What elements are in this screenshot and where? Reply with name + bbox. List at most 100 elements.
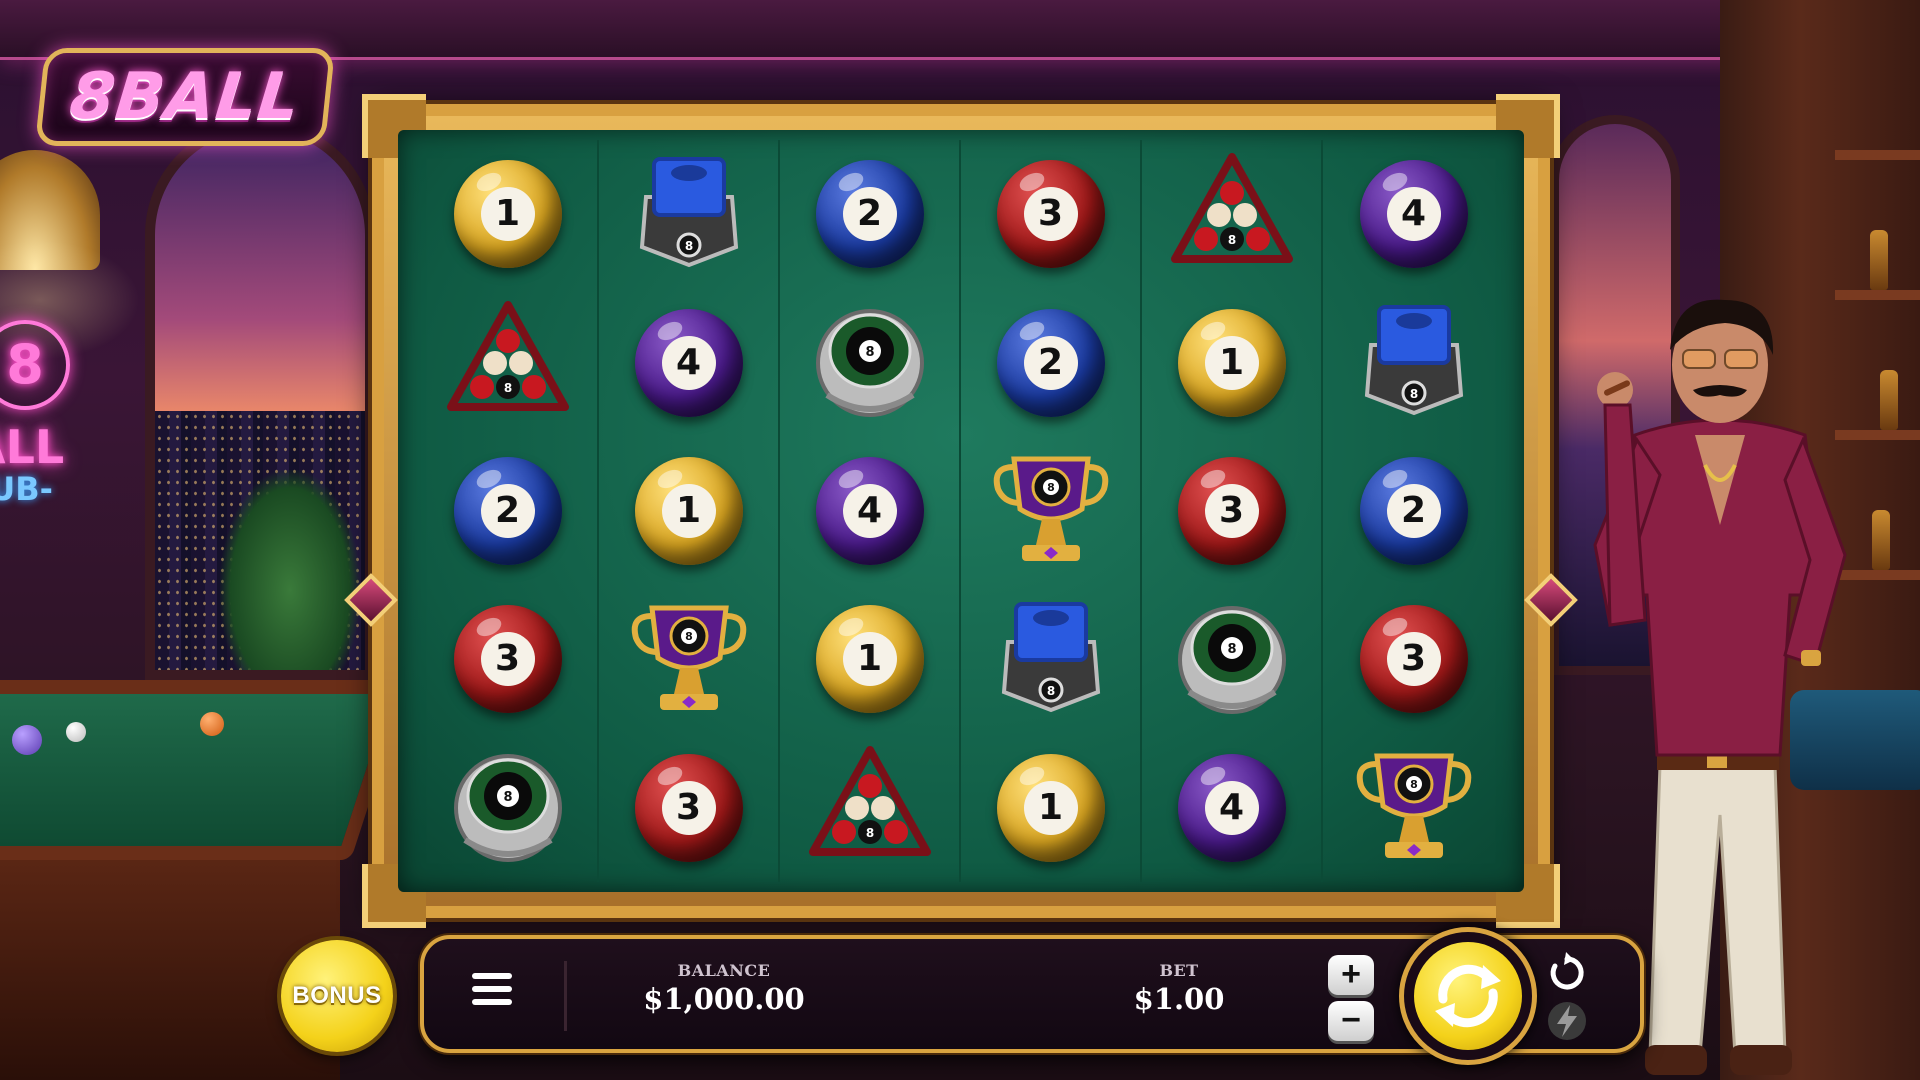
svg-text:8: 8 bbox=[684, 239, 692, 253]
svg-text:8: 8 bbox=[1409, 387, 1417, 401]
ball-number: 3 bbox=[1204, 483, 1259, 538]
ring-symbol-icon: 8 bbox=[805, 295, 935, 430]
control-bar: BALANCE $1,000.00 BET $1.00 + − bbox=[420, 927, 1644, 1065]
pool-ball-3-symbol: 3 bbox=[1359, 605, 1468, 714]
pool-ball-2-symbol: 2 bbox=[1359, 456, 1468, 565]
ball-number: 1 bbox=[661, 483, 716, 538]
reel-cell: 8 bbox=[981, 594, 1121, 724]
ball-number: 1 bbox=[1204, 335, 1259, 390]
reel-5: 8 1 3 8 4 bbox=[1142, 140, 1323, 882]
svg-text:8: 8 bbox=[685, 630, 693, 643]
pool-ball-1-symbol: 1 bbox=[996, 753, 1105, 862]
ball-number: 3 bbox=[480, 632, 535, 687]
pool-ball-orange bbox=[200, 712, 224, 736]
reel-cell: 2 bbox=[981, 298, 1121, 428]
reel-cell: 2 bbox=[438, 446, 578, 576]
ring-symbol-icon: 8 bbox=[443, 740, 573, 875]
pool-ball-2-symbol: 2 bbox=[815, 160, 924, 269]
bet-display: BET $1.00 bbox=[1104, 961, 1254, 1016]
reel-cell: 8 bbox=[1344, 298, 1484, 428]
rack-symbol-icon: 8 bbox=[443, 295, 573, 430]
decrease-bet-button[interactable]: − bbox=[1328, 1001, 1374, 1041]
chalk-symbol-icon: 8 bbox=[986, 592, 1116, 727]
balance-display: BALANCE $1,000.00 bbox=[614, 961, 834, 1016]
autoplay-icon bbox=[1550, 952, 1584, 990]
pool-ball-purple bbox=[12, 725, 42, 755]
ball-number: 4 bbox=[1204, 780, 1259, 835]
ball-number: 2 bbox=[1023, 335, 1078, 390]
reel-cell: 3 bbox=[981, 149, 1121, 279]
reel-4: 3 2 8 8 1 bbox=[961, 140, 1142, 882]
hamburger-icon[interactable] bbox=[472, 973, 512, 1013]
reel-cell: 4 bbox=[1344, 149, 1484, 279]
reel-cell: 1 bbox=[1162, 298, 1302, 428]
lightning-icon bbox=[1548, 1002, 1586, 1040]
svg-text:8: 8 bbox=[1047, 481, 1055, 494]
increase-bet-button[interactable]: + bbox=[1328, 955, 1374, 995]
pool-ball-3-symbol: 3 bbox=[1177, 456, 1286, 565]
potted-plant bbox=[220, 470, 360, 670]
reel-cell: 3 bbox=[438, 594, 578, 724]
ring-symbol-icon: 8 bbox=[1167, 592, 1297, 727]
spin-arrows-icon bbox=[1435, 964, 1501, 1028]
reel-cell: 4 bbox=[800, 446, 940, 576]
bet-value: $1.00 bbox=[1133, 982, 1225, 1016]
logo-text: 8BALL bbox=[66, 60, 304, 134]
ball-number: 1 bbox=[1023, 780, 1078, 835]
reel-cell: 2 bbox=[800, 149, 940, 279]
reel-cell: 8 bbox=[1162, 149, 1302, 279]
ball-number: 1 bbox=[480, 187, 535, 242]
ball-number: 4 bbox=[661, 335, 716, 390]
reel-1: 1 8 2 3 8 bbox=[418, 140, 599, 882]
game-logo: 8BALL bbox=[34, 48, 336, 146]
pool-ball-1-symbol: 1 bbox=[453, 160, 562, 269]
reel-cell: 8 bbox=[800, 298, 940, 428]
reel-cell: 4 bbox=[619, 298, 759, 428]
chalk-symbol-icon: 8 bbox=[1349, 295, 1479, 430]
reel-cell: 4 bbox=[1162, 743, 1302, 873]
bonus-button[interactable]: BONUS bbox=[281, 940, 393, 1052]
pool-ball-2-symbol: 2 bbox=[453, 456, 562, 565]
pool-ball-3-symbol: 3 bbox=[453, 605, 562, 714]
reel-cell: 8 bbox=[619, 149, 759, 279]
spin-button[interactable] bbox=[1399, 927, 1537, 1065]
svg-text:8: 8 bbox=[1046, 684, 1054, 698]
pool-ball-1-symbol: 1 bbox=[815, 605, 924, 714]
ball-number: 4 bbox=[1386, 187, 1441, 242]
pool-ball-3-symbol: 3 bbox=[996, 160, 1105, 269]
ball-number: 4 bbox=[842, 483, 897, 538]
autoplay-button[interactable] bbox=[1542, 951, 1592, 995]
pool-ball-1-symbol: 1 bbox=[634, 456, 743, 565]
chalk-symbol-icon: 8 bbox=[624, 147, 754, 282]
trophy-symbol-icon: 8 bbox=[986, 443, 1116, 578]
balance-label: BALANCE bbox=[677, 961, 771, 980]
svg-text:8: 8 bbox=[503, 381, 511, 395]
ball-number: 2 bbox=[842, 187, 897, 242]
pool-ball-4-symbol: 4 bbox=[1359, 160, 1468, 269]
reel-cell: 1 bbox=[619, 446, 759, 576]
reel-6: 4 8 2 3 8 bbox=[1323, 140, 1504, 882]
ball-number: 2 bbox=[1386, 483, 1441, 538]
svg-text:8: 8 bbox=[1227, 642, 1236, 657]
rack-symbol-icon: 8 bbox=[805, 740, 935, 875]
pool-ball-2-symbol: 2 bbox=[996, 308, 1105, 417]
pool-table bbox=[0, 680, 410, 860]
rack-symbol-icon: 8 bbox=[1167, 147, 1297, 282]
svg-text:8: 8 bbox=[503, 790, 512, 805]
pool-ball-4-symbol: 4 bbox=[634, 308, 743, 417]
ball-number: 3 bbox=[661, 780, 716, 835]
svg-text:8: 8 bbox=[865, 826, 873, 840]
reel-cell: 8 bbox=[800, 743, 940, 873]
turbo-button[interactable] bbox=[1542, 999, 1592, 1043]
ball-number: 3 bbox=[1023, 187, 1078, 242]
pool-ball-3-symbol: 3 bbox=[634, 753, 743, 862]
divider bbox=[564, 961, 567, 1031]
reel-cell: 8 bbox=[981, 446, 1121, 576]
reel-cell: 3 bbox=[1344, 594, 1484, 724]
reel-grid: 1 8 2 3 8 8 4 1 8 3 2 8 4 1 8 3 2 8 8 1 8 1 3 8 4 4… bbox=[418, 140, 1504, 882]
pool-ball-4-symbol: 4 bbox=[1177, 753, 1286, 862]
reel-cell: 2 bbox=[1344, 446, 1484, 576]
svg-text:8: 8 bbox=[1227, 233, 1235, 247]
svg-text:8: 8 bbox=[1410, 778, 1418, 791]
bet-label: BET bbox=[1159, 961, 1199, 980]
